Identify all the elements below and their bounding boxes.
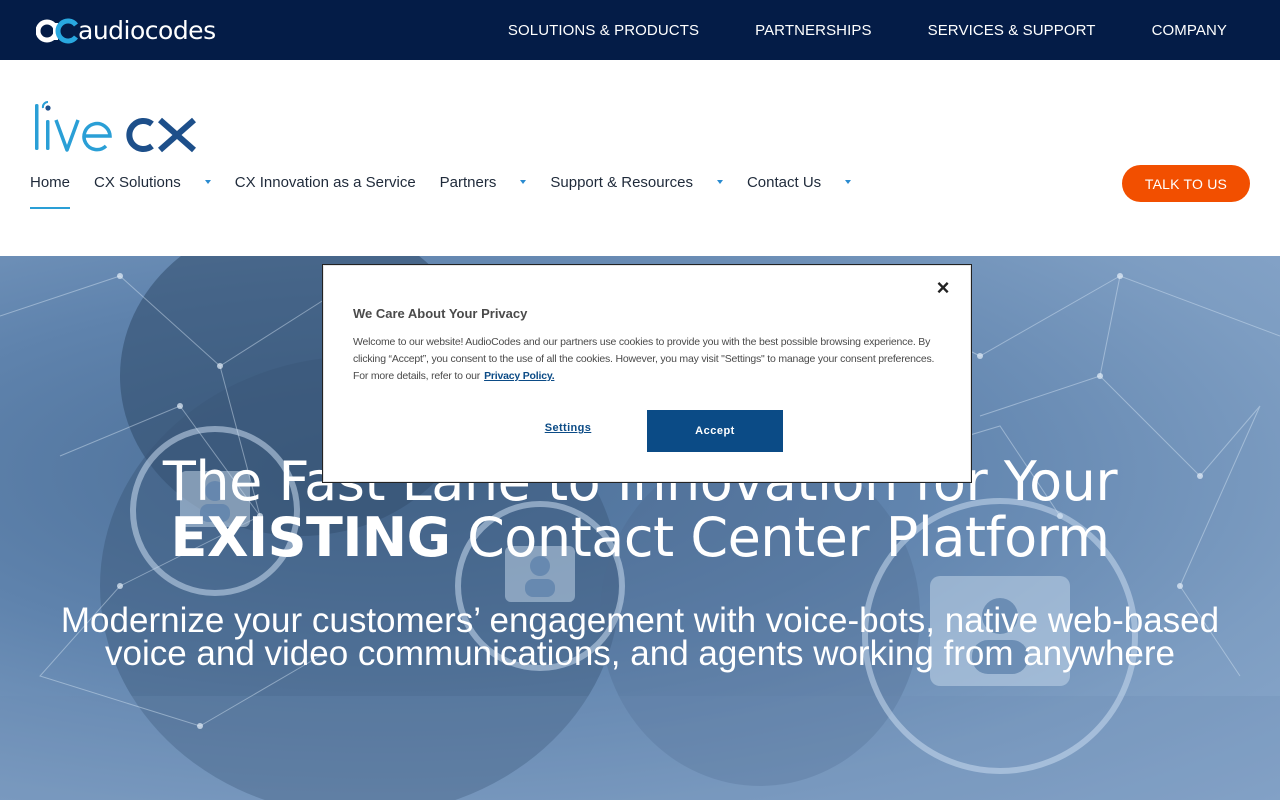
nav-cx-innovation[interactable]: CX Innovation as a Service [235,171,416,193]
livecx-logo-graphic [35,101,196,153]
caret-down-icon [845,180,852,184]
nav-cx-solutions-label: CX Solutions [94,173,181,191]
cookie-dialog-body-text: Welcome to our website! AudioCodes and o… [353,336,935,382]
top-nav: SOLUTIONS & PRODUCTS PARTNERSHIPS SERVIC… [508,0,1227,60]
hero-title-line2-rest: Contact Center Platform [450,506,1110,569]
topnav-services-support[interactable]: SERVICES & SUPPORT [928,22,1096,39]
hero-title-line2: EXISTING Contact Center Platform [0,510,1280,566]
nav-contact-us[interactable]: Contact Us [746,171,852,193]
cookie-dialog-title: We Care About Your Privacy [353,306,528,321]
nav-cx-solutions[interactable]: CX Solutions [94,171,211,193]
nav-support-resources-label: Support & Resources [550,173,693,191]
nav-home[interactable]: Home [30,171,71,209]
audiocodes-logo-text: audiocodes [78,15,216,45]
talk-to-us-button[interactable]: TALK TO US [1122,165,1250,202]
site-header: Home CX Solutions CX Innovation as a Ser… [0,60,1280,256]
caret-down-icon [520,180,527,184]
cookie-settings-button[interactable]: Settings [535,422,601,434]
caret-down-icon [204,180,211,184]
audiocodes-logo-mark [35,15,80,45]
nav-support-resources[interactable]: Support & Resources [550,171,723,193]
topnav-partnerships[interactable]: PARTNERSHIPS [755,22,872,39]
hero-title-emphasis: EXISTING [170,506,451,569]
nav-cx-innovation-label: CX Innovation as a Service [234,173,416,191]
topnav-solutions-products[interactable]: SOLUTIONS & PRODUCTS [508,22,699,39]
hero-subtitle: Modernize your customers’ engagement wit… [60,601,1220,673]
nav-home-label: Home [30,173,71,191]
top-header: audiocodes SOLUTIONS & PRODUCTS PARTNERS… [0,0,1280,60]
audiocodes-logo[interactable]: audiocodes [35,14,216,46]
close-icon[interactable]: × [933,277,953,299]
topnav-company[interactable]: COMPANY [1152,22,1227,39]
livecx-logo[interactable] [32,98,202,154]
cookie-accept-button[interactable]: Accept [647,410,783,452]
nav-contact-us-label: Contact Us [746,173,822,191]
main-nav: Home CX Solutions CX Innovation as a Ser… [30,171,875,209]
caret-down-icon [716,180,723,184]
privacy-policy-link[interactable]: Privacy Policy. [484,370,555,382]
nav-partners[interactable]: Partners [440,171,527,193]
cookie-dialog-body: Welcome to our website! AudioCodes and o… [353,334,949,385]
nav-partners-label: Partners [439,173,497,191]
cookie-consent-dialog: × We Care About Your Privacy Welcome to … [322,264,972,483]
